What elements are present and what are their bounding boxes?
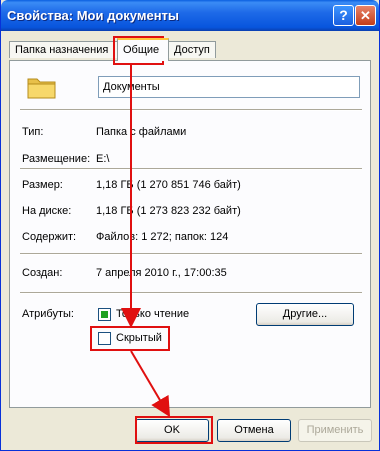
properties-dialog: Свойства: Мои документы ? ✕ Папка назнач…: [0, 0, 380, 451]
tab-general[interactable]: Общие: [117, 38, 169, 61]
annotation-arrow-to-ok: [130, 350, 171, 418]
annotation-arrows: [121, 64, 171, 418]
